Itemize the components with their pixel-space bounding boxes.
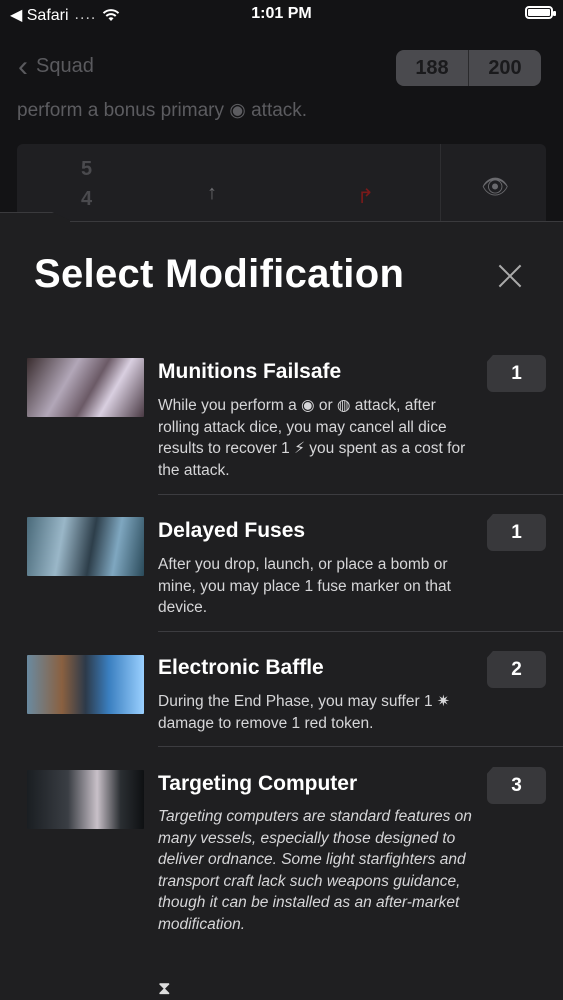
sheet-title: Select Modification [34, 252, 405, 296]
points-current: 188 [396, 50, 469, 86]
upgrade-description: Targeting computers are standard feature… [158, 808, 472, 933]
speed-4: 4 [81, 188, 93, 210]
cost-badge: 2 [487, 651, 546, 688]
upgrade-thumbnail [27, 517, 144, 576]
squad-back-button[interactable]: ‹ Squad [18, 49, 94, 83]
speed-5: 5 [81, 158, 93, 180]
upgrade-description: After you drop, launch, or place a bomb … [158, 556, 451, 616]
straight-arrow-icon: ↑ [207, 182, 217, 204]
upgrade-thumbnail [27, 770, 144, 829]
cost-badge: 1 [487, 355, 546, 392]
upgrade-description: While you perform a ◉ or ◍ attack, after… [158, 397, 466, 479]
points-counter: 188 200 [396, 50, 541, 86]
divider [158, 631, 563, 632]
close-icon[interactable] [494, 262, 526, 294]
cost-badge: 3 [487, 767, 546, 804]
eye-icon: 👁 [481, 174, 509, 199]
sheet-border [70, 221, 563, 222]
ability-text: perform a bonus primary ◉ attack. [17, 100, 308, 121]
upgrade-title: Targeting Computer [158, 772, 358, 795]
divider [158, 494, 563, 495]
back-label: Squad [36, 55, 94, 77]
upgrade-title: Munitions Failsafe [158, 360, 342, 383]
upgrade-thumbnail [27, 655, 144, 714]
k-turn-icon: ↱ [357, 186, 374, 208]
ship-type-icon: ⧗ [158, 978, 171, 998]
upgrade-description: During the End Phase, you may suffer 1 ✷… [158, 693, 450, 732]
divider [158, 746, 563, 747]
upgrade-thumbnail [27, 358, 144, 417]
chevron-left-icon: ‹ [18, 49, 28, 83]
cost-badge: 1 [487, 514, 546, 551]
background-squad-page: ‹ Squad 188 200 perform a bonus primary … [0, 0, 563, 234]
points-max: 200 [469, 50, 541, 86]
upgrade-title: Electronic Baffle [158, 656, 324, 679]
upgrade-title: Delayed Fuses [158, 519, 306, 542]
